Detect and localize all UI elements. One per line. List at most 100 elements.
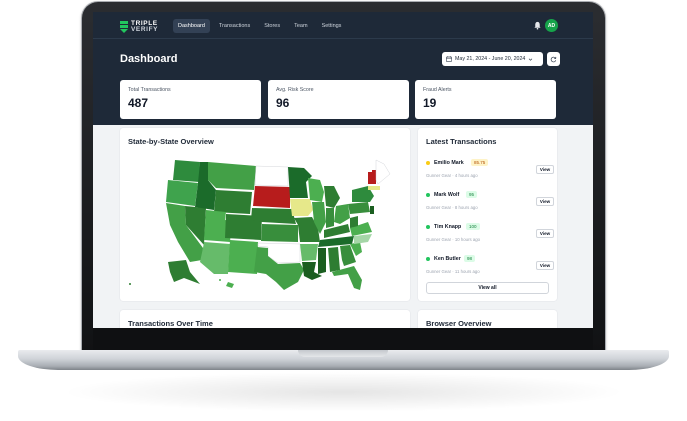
transaction-store: Gunner Gear: [426, 205, 452, 210]
state-ks: [261, 224, 298, 242]
nav-link-stores[interactable]: Stores: [259, 19, 285, 33]
transaction-time: 10 hours ago: [454, 237, 481, 242]
state-or: [166, 180, 198, 206]
nav-divider: [93, 38, 593, 39]
state-ak-islands: [129, 283, 131, 285]
state-in: [326, 208, 334, 228]
transaction-row[interactable]: Mark Wolf 95 Gunner Gear · 8 hours ago V…: [418, 186, 557, 218]
user-avatar[interactable]: AD: [545, 19, 558, 32]
state-wi: [308, 178, 324, 202]
transaction-name: Mark Wolf: [434, 192, 460, 198]
calendar-icon: [446, 56, 452, 62]
browser-overview-card: Browser Overview: [418, 310, 557, 328]
transaction-meta: Gunner Gear · 8 hours ago: [426, 205, 478, 210]
state-al: [328, 247, 340, 272]
view-all-button[interactable]: View all: [426, 282, 549, 294]
nav-links: Dashboard Transactions Stores Team Setti…: [173, 19, 346, 33]
state-ak: [168, 260, 200, 284]
transaction-name: Emilio Mark: [434, 160, 464, 166]
state-ar: [300, 244, 318, 261]
transaction-time: 4 hours ago: [454, 173, 478, 178]
transaction-row[interactable]: Emilio Mark 85.75 Gunner Gear · 4 hours …: [418, 154, 557, 186]
view-transaction-button[interactable]: View: [536, 229, 554, 238]
app-header-band: TRIPLE VERIFY Dashboard Transactions Sto…: [93, 12, 593, 125]
transaction-row[interactable]: Tim Knapp 100 Gunner Gear · 10 hours ago…: [418, 218, 557, 250]
stat-card-avg-risk-score: Avg. Risk Score 96: [268, 80, 409, 119]
view-transaction-button[interactable]: View: [536, 197, 554, 206]
state-wv: [350, 216, 358, 228]
state-ia: [290, 199, 313, 216]
laptop-base-notch: [298, 350, 388, 357]
risk-dot: [426, 193, 430, 197]
logo-text: TRIPLE VERIFY: [131, 20, 159, 33]
stat-label: Fraud Alerts: [423, 87, 452, 93]
view-transaction-button[interactable]: View: [536, 261, 554, 270]
transaction-store: Gunner Gear: [426, 173, 452, 178]
risk-score-badge: 85.75: [471, 159, 489, 166]
state-nd: [254, 165, 289, 187]
brand-logo[interactable]: TRIPLE VERIFY: [120, 19, 164, 35]
risk-dot: [426, 257, 430, 261]
state-mn: [288, 167, 312, 198]
state-ma: [368, 186, 380, 190]
transaction-store: Gunner Gear: [426, 269, 452, 274]
page-title: Dashboard: [120, 53, 178, 65]
state-nj: [370, 206, 374, 214]
risk-score-badge: 100: [466, 223, 480, 230]
stat-value: 96: [276, 96, 290, 110]
state-overview-title: State-by-State Overview: [128, 137, 214, 146]
us-state-map[interactable]: [128, 150, 400, 290]
stat-label: Avg. Risk Score: [276, 87, 314, 93]
risk-dot: [426, 161, 430, 165]
state-az: [200, 242, 230, 274]
bell-icon[interactable]: [533, 21, 542, 30]
transaction-meta: Gunner Gear · 4 hours ago: [426, 173, 478, 178]
refresh-icon: [550, 56, 557, 62]
stat-value: 487: [128, 96, 149, 110]
date-range-text: May 21, 2024 - June 20, 2024: [455, 56, 526, 62]
transaction-name: Tim Knapp: [434, 224, 462, 230]
refresh-button[interactable]: [547, 52, 560, 66]
view-transaction-button[interactable]: View: [536, 165, 554, 174]
laptop-bezel-bottom: [93, 328, 593, 350]
nav-link-settings[interactable]: Settings: [317, 19, 347, 33]
state-oh: [334, 204, 350, 224]
transaction-meta: Gunner Gear · 11 hours ago: [426, 269, 480, 274]
state-hi-island: [219, 279, 221, 281]
logo-line-2: VERIFY: [131, 26, 159, 33]
nav-link-team[interactable]: Team: [289, 19, 312, 33]
transactions-over-time-title: Transactions Over Time: [128, 319, 213, 328]
latest-transactions-title: Latest Transactions: [426, 137, 497, 146]
latest-transactions-card: Latest Transactions Emilio Mark 85.75 Gu…: [418, 128, 557, 301]
transactions-over-time-card: Transactions Over Time: [120, 310, 410, 328]
transaction-row[interactable]: Ken Butler 98 Gunner Gear · 11 hours ago…: [418, 250, 557, 282]
stat-value: 19: [423, 96, 437, 110]
transaction-time: 8 hours ago: [454, 205, 478, 210]
state-nc: [354, 234, 372, 244]
risk-score-badge: 98: [464, 255, 476, 262]
state-overview-card: State-by-State Overview: [120, 128, 410, 301]
state-mt: [208, 162, 256, 190]
logo-icon: [120, 21, 128, 33]
state-wa: [173, 160, 200, 182]
risk-score-badge: 95: [466, 191, 478, 198]
transaction-time: 11 hours ago: [454, 269, 480, 274]
date-range-picker[interactable]: May 21, 2024 - June 20, 2024: [442, 52, 543, 66]
floor-shadow: [60, 372, 627, 412]
laptop-screen: TRIPLE VERIFY Dashboard Transactions Sto…: [93, 12, 593, 328]
stat-label: Total Transactions: [128, 87, 171, 93]
stat-card-total-transactions: Total Transactions 487: [120, 80, 261, 119]
nav-link-transactions[interactable]: Transactions: [214, 19, 255, 33]
stat-card-fraud-alerts: Fraud Alerts 19: [415, 80, 556, 119]
nav-link-dashboard[interactable]: Dashboard: [173, 19, 210, 33]
state-wy: [214, 190, 252, 214]
state-sd: [253, 186, 290, 208]
browser-overview-title: Browser Overview: [426, 319, 492, 328]
transaction-meta: Gunner Gear · 10 hours ago: [426, 237, 481, 242]
risk-dot: [426, 225, 430, 229]
state-vt: [368, 172, 372, 184]
state-hi: [226, 282, 234, 288]
state-ms: [318, 248, 326, 274]
state-mi: [324, 186, 340, 208]
top-nav: TRIPLE VERIFY Dashboard Transactions Sto…: [93, 12, 593, 40]
